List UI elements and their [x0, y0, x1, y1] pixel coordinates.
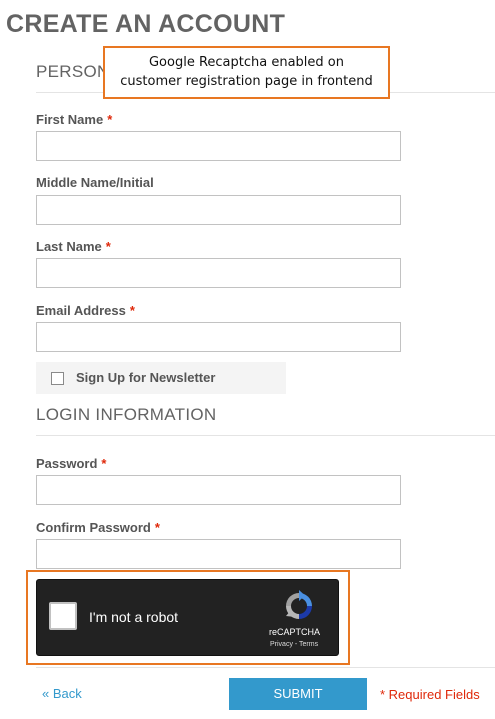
section-title-login: LOGIN INFORMATION — [36, 405, 217, 424]
email-label-text: Email Address — [36, 303, 126, 318]
newsletter-option[interactable]: Sign Up for Newsletter — [36, 362, 286, 394]
confirm-password-label: Confirm Password * — [36, 520, 160, 535]
callout-line-2: customer registration page in frontend — [120, 74, 373, 89]
newsletter-checkbox[interactable] — [51, 372, 64, 385]
recaptcha-privacy-terms-links[interactable]: Privacy - Terms — [270, 641, 318, 648]
newsletter-label[interactable]: Sign Up for Newsletter — [76, 370, 215, 385]
required-asterisk: * — [154, 520, 160, 535]
actions-divider — [36, 667, 495, 668]
required-asterisk: * — [129, 303, 135, 318]
required-asterisk: * — [105, 239, 111, 254]
recaptcha-widget: I'm not a robot reCAPTCHA Privacy - Term… — [36, 579, 339, 656]
recaptcha-label: I'm not a robot — [89, 609, 179, 625]
middle-name-label-text: Middle Name/Initial — [36, 175, 154, 190]
recaptcha-checkbox[interactable] — [49, 602, 77, 630]
callout-line-1: Google Recaptcha enabled on — [148, 55, 344, 70]
password-label: Password * — [36, 456, 106, 471]
page-title: CREATE AN ACCOUNT — [6, 10, 286, 38]
first-name-label: First Name * — [36, 112, 112, 127]
required-asterisk: * — [107, 112, 113, 127]
recaptcha-brand: reCAPTCHA — [269, 627, 321, 637]
confirm-password-input[interactable] — [36, 539, 401, 569]
last-name-label: Last Name * — [36, 239, 111, 254]
first-name-input[interactable] — [36, 131, 401, 161]
annotation-callout: Google Recaptcha enabled on customer reg… — [103, 46, 390, 99]
middle-name-label: Middle Name/Initial — [36, 175, 154, 190]
password-label-text: Password — [36, 456, 98, 471]
first-name-label-text: First Name — [36, 112, 104, 127]
section-divider-login — [36, 435, 495, 436]
required-asterisk: * — [101, 456, 107, 471]
password-input[interactable] — [36, 475, 401, 505]
submit-button[interactable]: SUBMIT — [229, 678, 367, 710]
middle-name-input[interactable] — [36, 195, 401, 225]
email-input[interactable] — [36, 322, 401, 352]
confirm-password-label-text: Confirm Password — [36, 520, 151, 535]
last-name-label-text: Last Name — [36, 239, 102, 254]
required-fields-note: * Required Fields — [380, 687, 480, 702]
email-label: Email Address * — [36, 303, 135, 318]
back-link[interactable]: « Back — [42, 686, 82, 701]
last-name-input[interactable] — [36, 258, 401, 288]
recaptcha-logo-icon — [286, 590, 312, 619]
